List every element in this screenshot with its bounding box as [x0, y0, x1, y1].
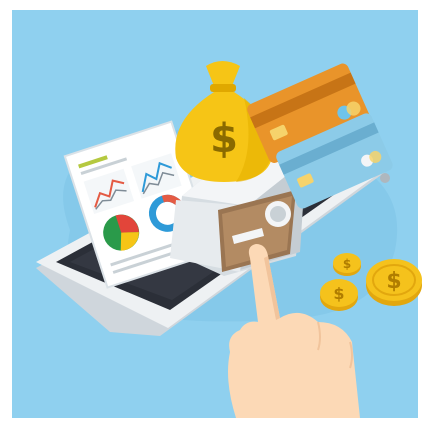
money-bag-symbol: $ [210, 116, 238, 162]
illustration-canvas: $ $ $ $ [0, 0, 430, 430]
coin-symbol-medium: $ [333, 284, 344, 303]
finance-illustration: $ $ $ $ [0, 0, 430, 430]
phone-camera [380, 173, 390, 183]
coin-symbol-small: $ [343, 257, 351, 271]
coin-symbol-large: $ [386, 269, 401, 294]
